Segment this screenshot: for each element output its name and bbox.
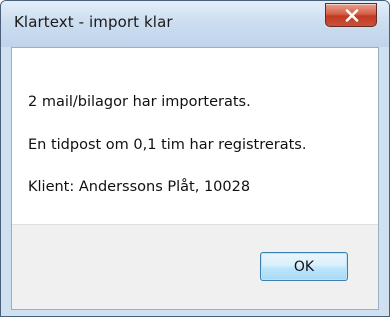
button-bar: OK — [12, 224, 378, 309]
message-area: 2 mail/bilagor har importerats. En tidpo… — [12, 48, 378, 224]
client-text: Klient: Anderssons Plåt, 10028 — [28, 179, 251, 195]
dialog-window: Klartext - import klar 2 mail/bilagor ha… — [0, 0, 390, 317]
close-icon — [345, 9, 359, 22]
title-bar[interactable]: Klartext - import klar — [1, 1, 389, 47]
time-entry-text: En tidpost om 0,1 tim har registrerats. — [28, 137, 307, 153]
window-title: Klartext - import klar — [14, 13, 173, 31]
dialog-client-area: 2 mail/bilagor har importerats. En tidpo… — [11, 47, 379, 310]
import-count-text: 2 mail/bilagor har importerats. — [28, 94, 251, 110]
ok-button[interactable]: OK — [260, 252, 348, 281]
close-button[interactable] — [325, 3, 377, 27]
